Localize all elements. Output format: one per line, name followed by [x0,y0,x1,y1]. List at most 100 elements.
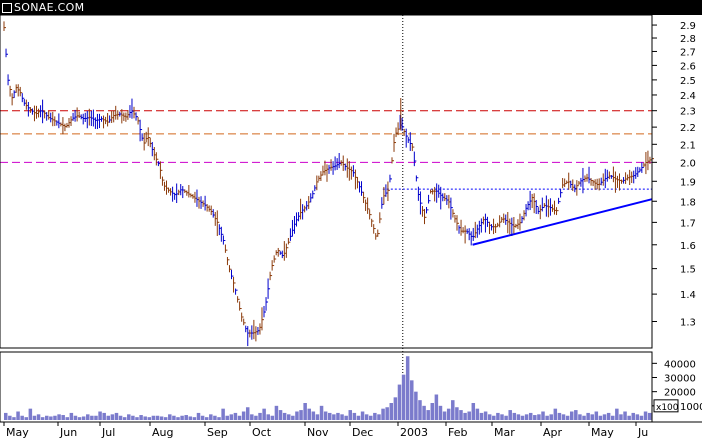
volume-bar [471,403,476,420]
volume-bar [65,417,70,420]
volume-bar [8,415,12,420]
volume-bar [569,411,574,420]
volume-bar [643,411,648,420]
volume-bar [90,415,94,420]
volume-bar [315,414,320,420]
price-y-tick-label: 2.7 [680,47,696,58]
x-tick-label: Feb [448,426,467,438]
volume-bar [323,411,328,420]
volume-bar [254,415,258,420]
x-tick-label: Mar [494,426,515,438]
volume-bar [565,415,570,420]
volume-bar [414,391,418,420]
price-bars [3,21,654,347]
volume-bar [446,408,451,420]
volume-bar [188,416,193,420]
volume-bar [139,415,143,420]
price-y-tick-label: 2.3 [680,107,696,118]
price-y-tick-label: 2.9 [680,21,696,32]
volume-bar [328,412,332,420]
volume-bar [40,417,45,420]
volume-bar [94,415,98,420]
volume-bar [610,415,615,420]
volume-bar [602,414,607,420]
volume-bar [98,411,102,420]
volume-y-tick-label: 40000 [664,359,696,370]
volume-bar [4,412,8,420]
volume-bar [451,400,455,420]
volume-bar [114,412,119,420]
volume-bar [45,415,49,420]
volume-bar [319,405,324,420]
volume-bar [606,412,611,420]
volume-bar [561,414,566,420]
chart-window: SONAE.COM 1.3 1.4 1.5 1.6 1.7 1.8 1.9 2.0 2.1 2.2… [0,0,702,438]
volume-bar [541,411,545,420]
volume-bar [106,415,111,420]
volume-bar [127,414,131,420]
volume-bar [520,415,525,420]
price-y-tick-label: 1.3 [680,317,696,328]
volume-bar [356,415,361,420]
volume-bar [635,414,640,420]
price-y-tick-label: 2.0 [680,158,696,169]
volume-bar [631,412,635,420]
volume-bar [373,412,377,420]
volume-bar [533,415,537,420]
volume-bar [159,416,164,420]
price-y-tick-label: 2.6 [680,61,696,72]
volume-bar [647,412,652,420]
volume-bar [36,414,41,420]
volume-bar [619,414,623,420]
volume-bar [348,410,353,420]
x-tick-label: Oct [252,426,272,438]
volume-bar [192,417,197,420]
volume-bar [496,412,500,420]
volume-bar [12,417,16,420]
volume-bar [381,408,385,420]
price-y-tick-label: 2.2 [680,123,696,134]
volume-bar [225,415,229,420]
volume-bar [537,414,541,420]
y-tick-labels: 1.3 1.4 1.5 1.6 1.7 1.8 1.9 2.0 2.1 2.2 2.3 2.4 2.5 2… [652,21,702,413]
volume-bar [410,380,414,420]
volume-bar [49,416,53,420]
volume-bar [221,408,225,420]
volume-bar [168,414,172,420]
volume-unit-label: x100 [656,403,679,413]
volume-bar [418,400,422,420]
volume-bar [24,417,29,420]
volume-bar [393,397,398,420]
volume-bar [209,414,213,420]
volume-bar [401,374,406,420]
volume-bar [549,414,553,420]
volume-bar [578,414,582,420]
volume-bar [303,403,307,420]
x-tick-label: Ju [637,426,648,438]
x-tick-labels: May Jun Jul Aug Sep Oct Nov Dec 2003 Feb Mar Apr May… [3,422,648,438]
volume-bar [516,414,521,420]
price-y-tick-label: 1.4 [680,290,696,301]
x-tick-label: Aug [152,426,173,438]
volume-bar [344,415,348,420]
volume-bar [295,411,299,420]
volume-bar [86,414,90,420]
volume-bar [299,410,303,420]
x-tick-label: 2003 [400,426,428,438]
volume-bar [405,356,410,420]
volume-bar [163,417,168,420]
volume-bar [574,410,578,420]
volume-bar [32,415,37,420]
volume-bar [28,408,33,420]
volume-bar [250,414,254,420]
volume-bar [151,415,156,420]
volume-bar [282,412,287,420]
volume-bar [586,412,590,420]
volume-bar [213,415,217,420]
volume-bar [615,408,619,420]
x-tick-label: Nov [307,426,329,438]
volume-bar [241,411,246,420]
volume-y-tick-label: 30000 [664,374,696,385]
volume-bar [258,412,262,420]
x-tick-label: Jul [101,426,115,438]
